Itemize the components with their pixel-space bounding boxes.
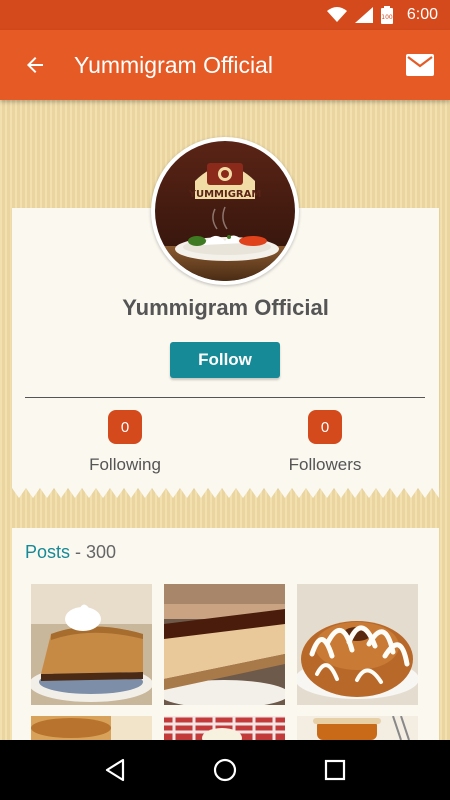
system-nav-bar <box>0 740 450 800</box>
post-thumbnail-6[interactable] <box>297 716 418 740</box>
post-thumbnail-2[interactable] <box>164 584 285 705</box>
app-title: Yummigram Official <box>74 51 273 78</box>
post-thumbnail-3[interactable] <box>297 584 418 705</box>
mail-button[interactable] <box>390 30 450 100</box>
honey-jar-thumbnail <box>297 716 418 740</box>
signal-icon <box>354 7 373 23</box>
yummigram-logo-icon: YUMMIGRAM <box>155 141 295 281</box>
avatar: YUMMIGRAM <box>151 137 299 285</box>
following-count-badge: 0 <box>108 410 142 444</box>
nav-recents-button[interactable] <box>310 745 360 795</box>
status-bar: 100 6:00 <box>0 0 450 30</box>
app-bar: Yummigram Official <box>0 30 450 100</box>
picnic-dessert-thumbnail <box>164 716 285 740</box>
back-triangle-icon <box>105 758 125 782</box>
profile-card-zigzag-edge <box>12 488 439 498</box>
cinnamon-bundt-cake-thumbnail <box>297 584 418 705</box>
posts-separator: - <box>70 542 87 562</box>
post-thumbnail-1[interactable] <box>31 584 152 705</box>
posts-count: 300 <box>86 542 117 562</box>
wifi-icon <box>326 7 347 22</box>
status-time: 6:00 <box>406 6 438 23</box>
posts-header: Posts - 300 <box>25 542 116 563</box>
svg-text:100: 100 <box>381 14 393 21</box>
peanut-butter-pie-thumbnail <box>31 584 152 705</box>
svg-text:YUMMIGRAM: YUMMIGRAM <box>188 189 262 200</box>
post-thumbnail-4[interactable] <box>31 716 152 740</box>
nav-home-button[interactable] <box>200 745 250 795</box>
followers-stat[interactable]: 0 Followers <box>225 410 425 475</box>
chocolate-cheesecake-thumbnail <box>164 584 285 705</box>
arrow-left-icon <box>27 57 43 73</box>
recents-square-icon <box>324 759 346 781</box>
profile-divider <box>25 397 425 398</box>
profile-name: Yummigram Official <box>122 295 329 320</box>
gravy-dish-thumbnail <box>31 716 152 740</box>
nav-back-button[interactable] <box>90 745 140 795</box>
followers-label: Followers <box>288 455 362 474</box>
post-thumbnail-5[interactable] <box>164 716 285 740</box>
followers-count-badge: 0 <box>308 410 342 444</box>
follow-button[interactable]: Follow <box>170 342 280 378</box>
posts-label: Posts <box>25 542 71 562</box>
following-label: Following <box>89 455 161 474</box>
home-circle-icon <box>213 758 237 782</box>
back-button[interactable] <box>0 30 70 100</box>
mail-icon <box>406 54 434 76</box>
following-stat[interactable]: 0 Following <box>25 410 225 475</box>
battery-icon: 100 <box>380 6 393 24</box>
